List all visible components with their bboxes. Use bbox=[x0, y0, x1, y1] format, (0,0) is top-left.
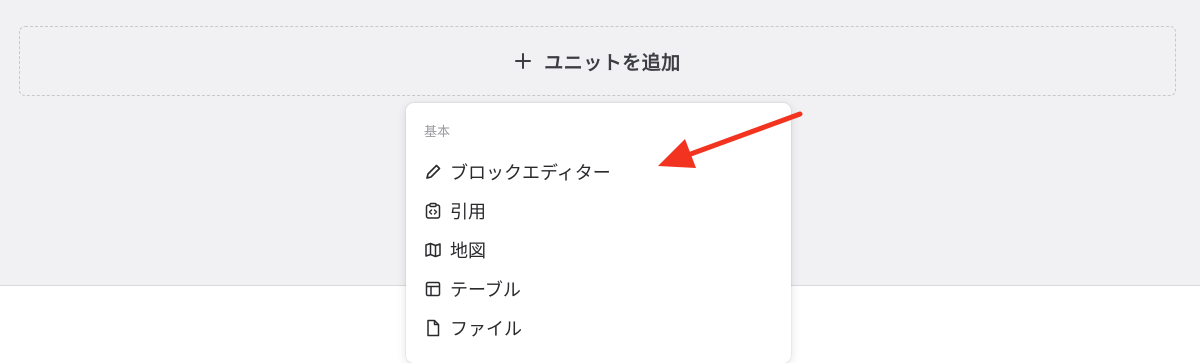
menu-item-label: テーブル bbox=[450, 280, 521, 301]
menu-item-label: 地図 bbox=[450, 241, 486, 262]
menu-item-label: ブロックエディター bbox=[450, 163, 611, 184]
menu-item-map[interactable]: 地図 bbox=[424, 235, 486, 265]
menu-item-block-editor[interactable]: ブロックエディター bbox=[424, 157, 611, 187]
menu-item-label: 引用 bbox=[450, 202, 486, 223]
menu-item-table[interactable]: テーブル bbox=[424, 274, 521, 304]
pencil-icon bbox=[424, 163, 442, 181]
menu-item-label: ファイル bbox=[450, 319, 522, 340]
add-unit-button[interactable]: ユニットを追加 bbox=[19, 26, 1176, 96]
menu-item-file[interactable]: ファイル bbox=[424, 313, 522, 343]
table-icon bbox=[424, 280, 442, 298]
plus-icon bbox=[514, 52, 532, 70]
add-unit-label: ユニットを追加 bbox=[544, 51, 681, 74]
file-icon bbox=[424, 319, 442, 337]
code-clipboard-icon bbox=[424, 202, 442, 220]
unit-type-menu: 基本 ブロックエディター 引用 地図 テーブル ファイル bbox=[406, 103, 791, 363]
map-icon bbox=[424, 241, 442, 259]
menu-item-quote[interactable]: 引用 bbox=[424, 196, 486, 226]
menu-section-basic: 基本 bbox=[424, 125, 451, 140]
